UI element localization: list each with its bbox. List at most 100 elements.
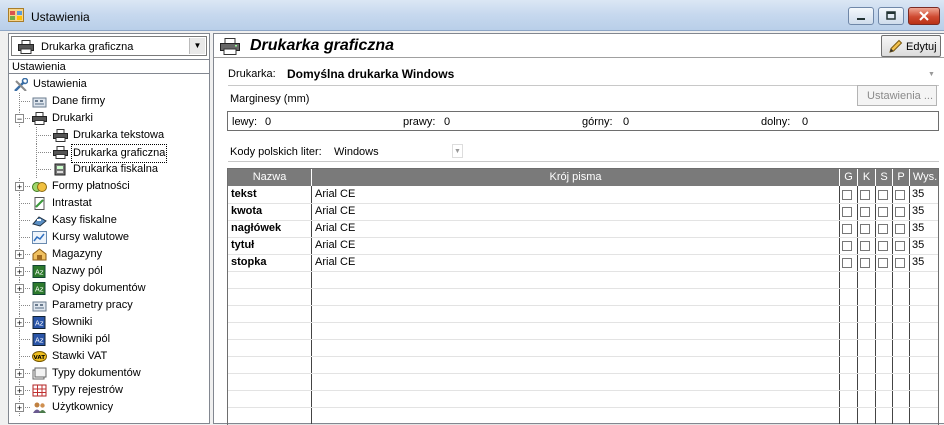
col-header-size[interactable]: Wys. [910, 169, 938, 186]
tree-item[interactable]: Ustawienia [9, 76, 209, 93]
grid-cell-name[interactable]: tekst [231, 186, 309, 203]
strikeout-checkbox[interactable] [878, 207, 888, 217]
underline-checkbox[interactable] [895, 258, 905, 268]
maximize-button[interactable] [878, 7, 904, 25]
chart-icon [32, 231, 47, 244]
tree-connector [36, 144, 37, 161]
tree-item[interactable]: Drukarka fiskalna [9, 161, 209, 178]
italic-checkbox[interactable] [860, 258, 870, 268]
tree-item[interactable]: + Typy rejestrów [9, 382, 209, 399]
edit-button[interactable]: Edytuj [881, 35, 941, 57]
grid-cell-size[interactable]: 35 [912, 237, 938, 254]
printer-field[interactable]: Drukarka: Domyślna drukarka Windows ▼ [228, 67, 938, 83]
grid-cell-font[interactable]: Arial CE [315, 237, 835, 254]
expand-icon[interactable]: + [15, 386, 24, 396]
close-button[interactable] [908, 7, 940, 25]
col-header-k[interactable]: K [858, 169, 876, 186]
tree-item[interactable]: + Typy dokumentów [9, 365, 209, 382]
grid-cell-size[interactable]: 35 [912, 203, 938, 220]
grid-row-line [228, 322, 938, 323]
tree-item-label: Formy płatności [52, 180, 130, 192]
chevron-down-icon[interactable]: ▼ [189, 38, 205, 54]
grid-cell-font[interactable]: Arial CE [315, 186, 835, 203]
chevron-down-icon[interactable]: ▼ [925, 67, 938, 82]
bold-checkbox[interactable] [842, 258, 852, 268]
col-header-name[interactable]: Nazwa [228, 169, 312, 186]
tree-item-label: Parametry pracy [52, 299, 133, 311]
tree-item[interactable]: + Az Słowniki [9, 314, 209, 331]
margin-left-value[interactable]: 0 [265, 116, 271, 128]
expand-icon[interactable]: + [15, 318, 24, 328]
underline-checkbox[interactable] [895, 224, 905, 234]
tree-item[interactable]: − Drukarki [9, 110, 209, 127]
tree-item[interactable]: + Az Opisy dokumentów [9, 280, 209, 297]
expand-icon[interactable]: + [15, 369, 24, 379]
expand-icon[interactable]: + [15, 250, 24, 260]
bold-checkbox[interactable] [842, 190, 852, 200]
strikeout-checkbox[interactable] [878, 241, 888, 251]
expand-icon[interactable]: + [15, 284, 24, 294]
col-header-p[interactable]: P [893, 169, 910, 186]
tree-item[interactable]: Drukarka graficzna [9, 144, 209, 163]
tree-item[interactable]: Dane firmy [9, 93, 209, 110]
expand-icon[interactable]: + [15, 267, 24, 277]
italic-checkbox[interactable] [860, 224, 870, 234]
margin-right-value[interactable]: 0 [444, 116, 450, 128]
printer-type-value: Drukarka graficzna [41, 41, 134, 53]
margin-bottom-value[interactable]: 0 [802, 116, 808, 128]
underline-checkbox[interactable] [895, 207, 905, 217]
margin-bottom-label: dolny: [761, 116, 791, 128]
tree-item[interactable]: Kursy walutowe [9, 229, 209, 246]
expand-icon[interactable]: + [15, 182, 24, 192]
bold-checkbox[interactable] [842, 224, 852, 234]
expand-icon[interactable]: + [15, 403, 24, 413]
tree-item[interactable]: Kasy fiskalne [9, 212, 209, 229]
tree-item[interactable]: + Użytkownicy [9, 399, 209, 416]
tree-item[interactable]: Intrastat [9, 195, 209, 212]
underline-checkbox[interactable] [895, 241, 905, 251]
italic-checkbox[interactable] [860, 241, 870, 251]
tree-item[interactable]: + Formy płatności [9, 178, 209, 195]
tree-item[interactable]: Parametry pracy [9, 297, 209, 314]
tree-item[interactable]: Az Słowniki pól [9, 331, 209, 348]
collapse-icon[interactable]: − [15, 114, 24, 124]
strikeout-checkbox[interactable] [878, 190, 888, 200]
bold-checkbox[interactable] [842, 241, 852, 251]
strikeout-checkbox[interactable] [878, 258, 888, 268]
tree-item[interactable]: VAT Stawki VAT [9, 348, 209, 365]
underline-checkbox[interactable] [895, 190, 905, 200]
grid-cell-size[interactable]: 35 [912, 186, 938, 203]
printer-settings-button[interactable]: Ustawienia ... [857, 85, 937, 106]
polish-codes-select[interactable]: Windows ▼ [325, 143, 463, 160]
bold-checkbox[interactable] [842, 207, 852, 217]
minimize-button[interactable] [848, 7, 874, 25]
grid-cell-size[interactable]: 35 [912, 254, 938, 271]
grid-cell-name[interactable]: tytuł [231, 237, 309, 254]
az-icon: Az [32, 265, 46, 278]
italic-checkbox[interactable] [860, 190, 870, 200]
tree-item-label: Użytkownicy [52, 401, 114, 413]
vat-icon: VAT [32, 351, 47, 362]
margin-top-value[interactable]: 0 [623, 116, 629, 128]
grid-cell-font[interactable]: Arial CE [315, 220, 835, 237]
grid-cell-name[interactable]: kwota [231, 203, 309, 220]
col-header-g[interactable]: G [840, 169, 858, 186]
strikeout-checkbox[interactable] [878, 224, 888, 234]
grid-cell-size[interactable]: 35 [912, 220, 938, 237]
chevron-down-icon[interactable]: ▼ [452, 144, 463, 158]
grid-cell-font[interactable]: Arial CE [315, 203, 835, 220]
col-header-font[interactable]: Krój pisma [312, 169, 840, 186]
tree-connector [19, 101, 30, 102]
tree-item-label: Słowniki [52, 316, 93, 328]
grid-cell-font[interactable]: Arial CE [315, 254, 835, 271]
grid-cell-name[interactable]: stopka [231, 254, 309, 271]
printer-type-select[interactable]: Drukarka graficzna ▼ [11, 36, 207, 56]
register-icon [32, 384, 47, 397]
tree-item[interactable]: + Magazyny [9, 246, 209, 263]
col-header-s[interactable]: S [876, 169, 893, 186]
grid-cell-name[interactable]: nagłówek [231, 220, 309, 237]
tree-item[interactable]: Drukarka tekstowa [9, 127, 209, 144]
tree-item[interactable]: + Az Nazwy pól [9, 263, 209, 280]
tree-connector [19, 305, 30, 306]
italic-checkbox[interactable] [860, 207, 870, 217]
